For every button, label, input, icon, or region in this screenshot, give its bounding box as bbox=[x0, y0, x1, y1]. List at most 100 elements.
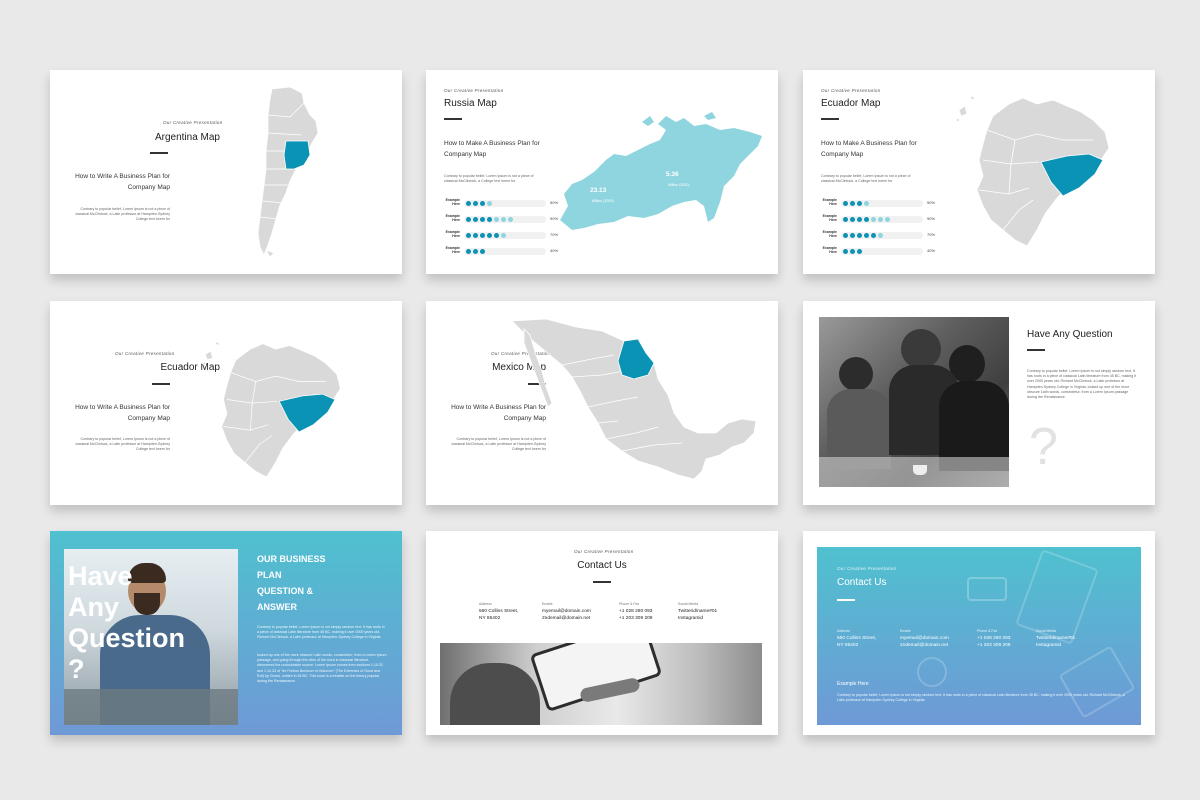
contact-social: Social Media Twitterid/name#01 Instagramid bbox=[678, 602, 718, 621]
slide-title: Have Any Question bbox=[1027, 329, 1113, 340]
tagline: Our Creative Presentation bbox=[837, 566, 897, 571]
title-rule bbox=[593, 581, 611, 583]
progress-label: Example Here bbox=[822, 214, 837, 222]
dot bbox=[871, 233, 876, 238]
mexico-map bbox=[511, 318, 757, 480]
progress-row: Example Here 50% bbox=[821, 198, 935, 208]
progress-row: Example Here 40% bbox=[444, 246, 558, 256]
tagline: Our Creative Presentation bbox=[163, 120, 223, 125]
dot bbox=[857, 201, 862, 206]
slide-mexico[interactable]: Our Creative Presentation Mexico Map How… bbox=[426, 301, 778, 505]
dot bbox=[843, 201, 848, 206]
dot bbox=[487, 233, 492, 238]
progress-row: Example Here 50% bbox=[444, 198, 558, 208]
progress-label: Example Here bbox=[445, 198, 460, 206]
dot bbox=[494, 233, 499, 238]
dot bbox=[850, 201, 855, 206]
title-rule bbox=[821, 118, 839, 120]
progress-label: Example Here bbox=[822, 246, 837, 254]
slide-title: Contact Us bbox=[837, 577, 887, 588]
slide-title: Argentina Map bbox=[154, 132, 220, 143]
tagline: Our Creative Presentation bbox=[821, 88, 881, 93]
russia-map: 23.13 Million (2020) 5.36 Million (2020) bbox=[560, 112, 762, 230]
slide-subtitle: How to Make A Business Plan for Company M… bbox=[444, 140, 540, 158]
dot bbox=[466, 249, 471, 254]
slide-russia[interactable]: Our Creative Presentation Russia Map How… bbox=[426, 70, 778, 274]
contact-phone: Phone & Fax +1 028 280 093 +1 203 309 209 bbox=[619, 602, 653, 621]
slide-question[interactable]: Have Any Question Contrary to popular be… bbox=[803, 301, 1155, 505]
slide-subtitle: How to Write A Business Plan for Company … bbox=[75, 404, 170, 422]
contact-address: Address 560 Collins Street, NY 86402 bbox=[479, 602, 519, 621]
dot bbox=[473, 249, 478, 254]
slide-title: Russia Map bbox=[444, 98, 497, 109]
dot bbox=[480, 233, 485, 238]
dot bbox=[857, 233, 862, 238]
slide-title: Contact Us bbox=[577, 560, 627, 571]
dot bbox=[466, 217, 471, 222]
slide-grid: { "tagline": "Our Creative Presentation"… bbox=[0, 0, 1200, 800]
slide-body: Contrary to popular belief, Lorem Ipsum … bbox=[444, 174, 534, 184]
progress-row: Example Here 70% bbox=[821, 230, 935, 240]
slide-body: Contrary to popular belief, Lorem Ipsum … bbox=[837, 693, 1125, 703]
slide-qa[interactable]: Have Any Question ? OUR BUSINESS PLAN QU… bbox=[50, 531, 402, 735]
slide-contact[interactable]: Our Creative Presentation Contact Us Add… bbox=[426, 531, 778, 735]
dot bbox=[850, 233, 855, 238]
slide-subtitle: How to Write A Business Plan for Company … bbox=[75, 173, 170, 191]
slide-contact-2[interactable]: Our Creative Presentation Contact Us Add… bbox=[803, 531, 1155, 735]
progress-percent: 40% bbox=[927, 248, 936, 253]
dot bbox=[857, 217, 862, 222]
slide-body: Contrary to popular belief, Lorem Ipsum … bbox=[821, 174, 911, 184]
dot bbox=[843, 249, 848, 254]
slide-subtitle: How to Make A Business Plan for Company M… bbox=[821, 140, 917, 158]
progress-row: Example Here 90% bbox=[444, 214, 558, 224]
dot bbox=[885, 217, 890, 222]
ecuador-map bbox=[954, 95, 1110, 247]
progress-label: Example Here bbox=[445, 214, 460, 222]
progress-percent: 40% bbox=[550, 248, 559, 253]
title-rule bbox=[837, 599, 855, 601]
tagline: Our Creative Presentation bbox=[444, 88, 504, 93]
slide-argentina[interactable]: Our Creative Presentation Argentina Map … bbox=[50, 70, 402, 274]
dot bbox=[501, 217, 506, 222]
slide-ecuador-2[interactable]: Our Creative Presentation Ecuador Map Ho… bbox=[50, 301, 402, 505]
ecuador-map bbox=[200, 341, 341, 478]
progress-percent: 90% bbox=[927, 216, 936, 221]
qa-body: looked up one of the more obscure Latin … bbox=[257, 653, 387, 684]
dot bbox=[466, 201, 471, 206]
slide-ecuador[interactable]: Our Creative Presentation Ecuador Map Ho… bbox=[803, 70, 1155, 274]
phone-hand-photo bbox=[440, 643, 762, 725]
dot bbox=[878, 217, 883, 222]
dot bbox=[864, 217, 869, 222]
people-photo bbox=[819, 317, 1009, 487]
stat-label: Million (2020) bbox=[668, 183, 690, 187]
progress-label: Example Here bbox=[445, 230, 460, 238]
progress-row: Example Here 40% bbox=[821, 246, 935, 256]
dot bbox=[871, 217, 876, 222]
dot bbox=[487, 201, 492, 206]
progress-label: Example Here bbox=[822, 230, 837, 238]
big-question-text: Have Any Question ? bbox=[68, 561, 186, 684]
dot bbox=[850, 217, 855, 222]
dot bbox=[508, 217, 513, 222]
dot bbox=[473, 233, 478, 238]
progress-label: Example Here bbox=[445, 246, 460, 254]
stat-value: 5.36 bbox=[666, 171, 679, 178]
title-rule bbox=[152, 383, 170, 385]
dot bbox=[480, 217, 485, 222]
dot bbox=[857, 249, 862, 254]
dot bbox=[473, 217, 478, 222]
slide-body: Contrary to popular belief, Lorem Ipsum … bbox=[75, 437, 170, 452]
title-rule bbox=[1027, 349, 1045, 351]
argentina-map bbox=[257, 86, 319, 258]
stat-value: 23.13 bbox=[590, 187, 607, 194]
progress-row: Example Here 90% bbox=[821, 214, 935, 224]
progress-percent: 70% bbox=[927, 232, 936, 237]
slide-body: Contrary to popular belief, Lorem Ipsum … bbox=[1027, 369, 1137, 400]
progress-percent: 50% bbox=[927, 200, 936, 205]
contact-address: Address 560 Collins Street, NY 86402 bbox=[837, 629, 877, 648]
stat-label: Million (2020) bbox=[592, 199, 614, 203]
dot bbox=[501, 233, 506, 238]
dot bbox=[494, 217, 499, 222]
title-rule bbox=[150, 152, 168, 154]
contact-email: Emails myemail@domain.com 2ndemail@domain.… bbox=[900, 629, 949, 648]
